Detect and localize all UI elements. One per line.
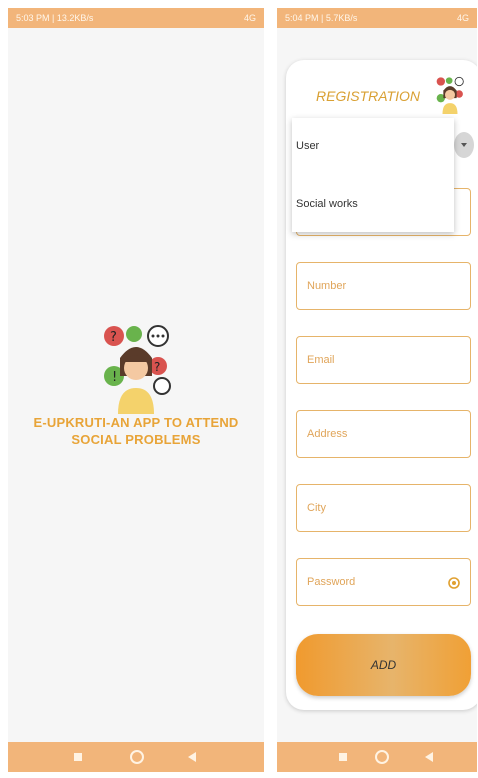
dropdown-arrow-icon[interactable] [454, 132, 474, 158]
eye-icon[interactable] [448, 577, 460, 589]
address-field[interactable] [296, 410, 471, 458]
city-field[interactable] [296, 484, 471, 532]
home-button[interactable] [130, 750, 144, 764]
app-title: E-UPKRUTI-AN APP TO ATTEND SOCIAL PROBLE… [33, 415, 239, 447]
status-icons: 4G [243, 13, 256, 23]
password-input[interactable] [297, 559, 470, 605]
dropdown-option-user[interactable]: User [296, 140, 319, 152]
recent-apps-button[interactable] [339, 753, 347, 761]
splash-screen: 5:03 PM | 13.2KB/s 4G ? ! ? E-UPKRUTI-AN… [8, 8, 264, 772]
status-icons: 4G [456, 13, 469, 23]
registration-title: REGISTRATION [316, 88, 420, 104]
status-bar: 5:03 PM | 13.2KB/s 4G [8, 8, 264, 28]
email-input[interactable] [297, 337, 470, 383]
number-input[interactable] [297, 263, 470, 309]
recent-apps-button[interactable] [74, 753, 82, 761]
nav-bar [277, 742, 477, 772]
status-time: 5:03 PM | 13.2KB/s [16, 13, 94, 23]
nav-bar [8, 742, 264, 772]
email-field[interactable] [296, 336, 471, 384]
back-button[interactable] [425, 752, 433, 762]
role-dropdown: User Social works [292, 118, 454, 232]
app-logo-small [436, 76, 464, 114]
app-logo: ? ! ? [104, 325, 171, 414]
back-button[interactable] [188, 752, 196, 762]
add-button[interactable]: ADD [296, 634, 471, 696]
svg-text:?: ? [154, 360, 160, 374]
svg-text:!: ! [112, 370, 117, 385]
address-input[interactable] [297, 411, 470, 457]
number-field[interactable] [296, 262, 471, 310]
status-time: 5:04 PM | 5.7KB/s [285, 13, 358, 23]
svg-text:?: ? [110, 330, 117, 345]
status-bar: 5:04 PM | 5.7KB/s 4G [277, 8, 477, 28]
password-field[interactable] [296, 558, 471, 606]
city-input[interactable] [297, 485, 470, 531]
home-button[interactable] [375, 750, 389, 764]
dropdown-option-social-works[interactable]: Social works [296, 198, 358, 210]
